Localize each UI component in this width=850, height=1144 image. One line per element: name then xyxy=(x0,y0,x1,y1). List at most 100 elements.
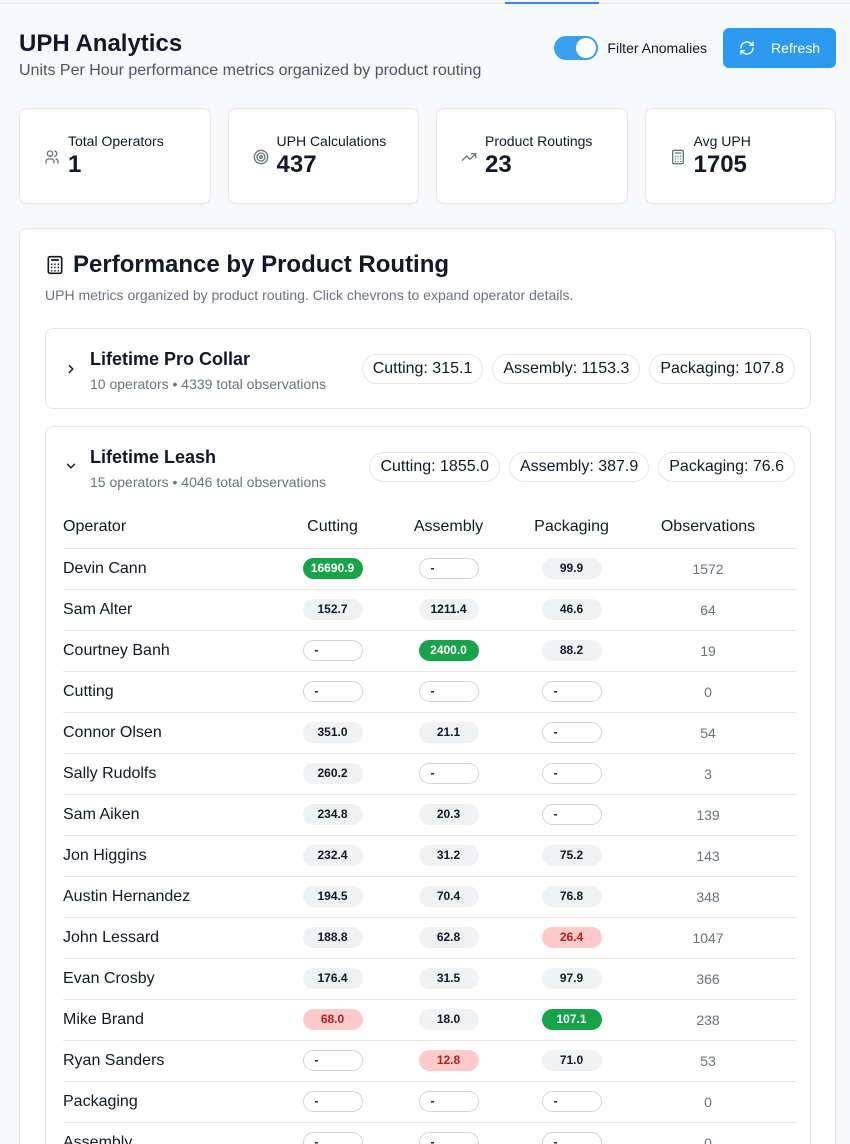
packaging-uph-badge: - xyxy=(541,804,602,825)
packaging-uph-badge: 71.0 xyxy=(541,1050,602,1071)
assembly-cell: - xyxy=(374,548,523,590)
operator-name: Sam Aiken xyxy=(63,794,291,836)
packaging-uph-badge: - xyxy=(541,681,602,702)
cutting-uph-badge: - xyxy=(302,1091,363,1112)
stat-label: Avg UPH xyxy=(693,133,751,149)
cutting-cell: 68.0 xyxy=(291,999,374,1041)
assembly-uph-badge: 31.2 xyxy=(418,845,479,866)
table-row: Sam Aiken 234.8 20.3 -139 xyxy=(63,794,796,836)
observations-count: 0 xyxy=(620,671,796,713)
operator-name: Sam Alter xyxy=(63,589,291,631)
packaging-uph-badge: 88.2 xyxy=(541,640,602,661)
toggle-knob xyxy=(576,38,597,58)
packaging-uph-badge: - xyxy=(541,722,602,743)
assembly-cell: 1211.4 xyxy=(374,589,523,631)
routing-card-lifetime-leash: Lifetime Leash 15 operators • 4046 total… xyxy=(45,426,811,1144)
observations-count: 1047 xyxy=(620,917,796,959)
packaging-cell: - xyxy=(523,1122,620,1144)
cutting-uph-badge: 152.7 xyxy=(302,599,363,620)
cutting-cell: 188.8 xyxy=(291,917,374,959)
assembly-cell: 20.3 xyxy=(374,794,523,836)
observations-count: 53 xyxy=(620,1040,796,1082)
routing-summary-pills: Cutting: 1855.0 Assembly: 387.9 Packagin… xyxy=(369,452,795,482)
operator-name: Ryan Sanders xyxy=(63,1040,291,1082)
operator-name: Assembly xyxy=(63,1122,291,1144)
observations-count: 19 xyxy=(620,630,796,672)
routing-name: Lifetime Pro Collar xyxy=(90,349,251,369)
table-row: Austin Hernandez 194.5 70.4 76.8 348 xyxy=(63,876,796,918)
table-row: Ryan Sanders - 12.8 71.0 53 xyxy=(63,1040,796,1082)
observations-count: 238 xyxy=(620,999,796,1041)
stat-value: 1 xyxy=(68,151,82,178)
routing-meta: 15 operators • 4046 total observations xyxy=(90,474,327,490)
table-row: Packaging - - -0 xyxy=(63,1081,796,1123)
packaging-cell: 46.6 xyxy=(523,589,620,631)
packaging-cell: - xyxy=(523,753,620,795)
table-row: Courtney Banh - 2400.0 88.2 19 xyxy=(63,630,796,672)
cutting-summary-pill: Cutting: 1855.0 xyxy=(369,452,500,482)
packaging-uph-badge: 107.1 xyxy=(541,1009,602,1030)
assembly-uph-badge: - xyxy=(418,558,479,579)
assembly-cell: 18.0 xyxy=(374,999,523,1041)
observations-count: 348 xyxy=(620,876,796,918)
observations-count: 139 xyxy=(620,794,796,836)
table-row: Devin Cann 16690.9 - 99.9 1572 xyxy=(63,548,796,590)
table-row: Mike Brand 68.0 18.0 107.1 238 xyxy=(63,999,796,1041)
page-header: UPH Analytics Units Per Hour performance… xyxy=(19,28,836,88)
operator-table: Operator Cutting Assembly Packaging Obse… xyxy=(63,507,796,1144)
packaging-uph-badge: 99.9 xyxy=(541,558,602,579)
chevron-down-icon[interactable] xyxy=(64,459,78,473)
operator-name: Austin Hernandez xyxy=(63,876,291,918)
calculator-icon xyxy=(671,149,684,165)
cutting-cell: 16690.9 xyxy=(291,548,374,590)
observations-count: 3 xyxy=(620,753,796,795)
operator-name: Connor Olsen xyxy=(63,712,291,754)
stat-card-uph-calculations: UPH Calculations 437 xyxy=(227,108,419,204)
operator-name: Sally Rudolfs xyxy=(63,753,291,795)
assembly-summary-pill: Assembly: 1153.3 xyxy=(492,354,641,384)
packaging-cell: - xyxy=(523,1081,620,1123)
table-row: Evan Crosby 176.4 31.5 97.9 366 xyxy=(63,958,796,1000)
assembly-cell: - xyxy=(374,753,523,795)
assembly-uph-badge: 1211.4 xyxy=(418,599,479,620)
packaging-cell: 75.2 xyxy=(523,835,620,877)
cutting-cell: - xyxy=(291,671,374,713)
users-icon xyxy=(45,150,59,164)
packaging-summary-pill: Packaging: 107.8 xyxy=(649,354,795,384)
observations-count: 64 xyxy=(620,589,796,631)
packaging-uph-badge: 75.2 xyxy=(541,845,602,866)
stat-value: 23 xyxy=(485,151,512,178)
operator-name: Courtney Banh xyxy=(63,630,291,672)
observations-count: 143 xyxy=(620,835,796,877)
operator-name: Mike Brand xyxy=(63,999,291,1041)
stat-card-product-routings: Product Routings 23 xyxy=(436,108,628,204)
chevron-right-icon[interactable] xyxy=(64,362,78,376)
filter-anomalies-toggle[interactable] xyxy=(554,36,599,60)
cutting-cell: - xyxy=(291,1081,374,1123)
cutting-cell: 152.7 xyxy=(291,589,374,631)
packaging-uph-badge: 46.6 xyxy=(541,599,602,620)
refresh-button[interactable]: Refresh xyxy=(723,28,836,68)
packaging-uph-badge: 76.8 xyxy=(541,886,602,907)
assembly-uph-badge: - xyxy=(418,681,479,702)
cutting-uph-badge: 176.4 xyxy=(302,968,363,989)
refresh-label: Refresh xyxy=(770,40,821,56)
cutting-cell: - xyxy=(291,630,374,672)
packaging-cell: 26.4 xyxy=(523,917,620,959)
column-header-observations: Observations xyxy=(620,507,796,549)
assembly-cell: 21.1 xyxy=(374,712,523,754)
assembly-cell: - xyxy=(374,1081,523,1123)
assembly-uph-badge: 12.8 xyxy=(418,1050,479,1071)
packaging-cell: 107.1 xyxy=(523,999,620,1041)
cutting-cell: 232.4 xyxy=(291,835,374,877)
header-controls: Filter Anomalies Refresh xyxy=(554,28,836,68)
table-body: Devin Cann 16690.9 - 99.9 1572 Sam Alter 152.7… xyxy=(63,548,796,1144)
column-header-assembly: Assembly xyxy=(374,507,523,549)
filter-anomalies-label: Filter Anomalies xyxy=(607,40,707,56)
active-tab-indicator xyxy=(505,2,599,4)
stats-row: Total Operators 1 UPH Calculations 437 P… xyxy=(19,108,836,204)
top-tab-bar xyxy=(0,0,850,4)
assembly-uph-badge: 20.3 xyxy=(418,804,479,825)
stat-card-total-operators: Total Operators 1 xyxy=(19,108,211,204)
stat-label: Total Operators xyxy=(68,133,164,149)
